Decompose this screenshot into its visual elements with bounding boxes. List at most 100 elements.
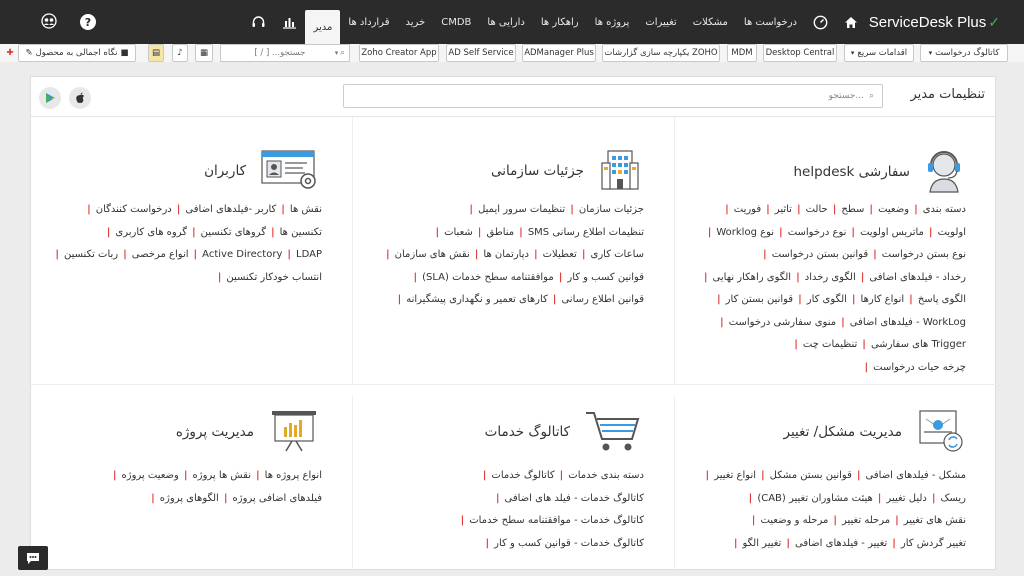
settings-link[interactable]: دلیل تغییر [886,493,926,504]
settings-link[interactable]: شعبات [444,227,473,238]
settings-link[interactable]: WorkLog - فیلدهای اضافی [850,317,966,328]
settings-link[interactable]: کاتالوگ خدمات - قوانین کسب و کار [494,538,644,549]
settings-link[interactable]: ماتریس اولویت [860,227,924,238]
home-icon[interactable] [836,0,866,44]
nav-changes[interactable]: تغییرات [637,0,684,44]
card-title[interactable]: جزئیات سازمانی [491,163,584,179]
settings-link[interactable]: ربات تکنسین [64,249,118,260]
settings-link[interactable]: نوع Worklog [716,227,774,238]
settings-link[interactable]: تکنسین ها [280,227,322,238]
settings-link[interactable]: دپارتمان ها [483,249,529,260]
settings-link[interactable]: وضعیت پروژه [122,470,179,481]
admanager-plus-button[interactable]: ADManager Plus [522,44,596,62]
users-shortcut-icon[interactable] [40,12,58,32]
settings-link[interactable]: ساعات کاری [591,249,645,260]
settings-link[interactable]: Trigger های سفارشی [871,339,966,350]
settings-link[interactable]: رخداد - فیلدهای اضافی [869,272,966,283]
settings-link[interactable]: کاتالوگ خدمات - فیلد های اضافی [505,493,645,504]
settings-link[interactable]: انواع کارها [861,294,905,305]
chat-icon[interactable] [18,546,48,570]
card-title[interactable]: کاربران [204,163,246,179]
settings-link[interactable]: کارهای تعمیر و نگهداری پیشگیرانه [406,294,548,305]
settings-link[interactable]: نقش ها پروژه [193,470,251,481]
nav-assets[interactable]: دارایی ها [479,0,532,44]
admin-settings-search[interactable]: جستجو... ⌕ [343,84,883,108]
settings-link[interactable]: فیلدهای اضافی پروژه [233,493,323,504]
nav-requests[interactable]: درخواست ها [736,0,805,44]
settings-link[interactable]: هیئت مشاوران تغییر (CAB) [757,493,872,504]
settings-link[interactable]: قوانین اطلاع رسانی [561,294,644,305]
settings-link[interactable]: چرخه حیات درخواست [873,362,966,373]
settings-link[interactable]: تاثیر [775,204,792,215]
reports-chart-icon[interactable] [274,0,305,44]
settings-link[interactable]: دسته بندی [923,204,966,215]
settings-link[interactable]: دسته بندی خدمات [568,470,644,481]
support-headset-icon[interactable] [243,0,274,44]
settings-link[interactable]: گروهای تکنسین [201,227,266,238]
settings-link[interactable]: نوع بستن درخواست [882,249,966,260]
settings-link[interactable]: حالت [806,204,828,215]
brand-logo[interactable]: ServiceDesk Plus ✓ [869,0,1000,44]
settings-link[interactable]: انتساب خودکار تکنسین [226,272,322,283]
notes-icon[interactable]: ▤ [148,44,164,62]
nav-contracts[interactable]: قرارداد ها [340,0,397,44]
settings-link[interactable]: تنظیمات چت [803,339,857,350]
settings-link[interactable]: نقش های تغییر [904,515,966,526]
zoho-reports-integration-button[interactable]: یکپارچه سازی گزارشات ZOHO [602,44,720,62]
settings-link[interactable]: گروه های کاربری [115,227,187,238]
settings-link[interactable]: الگوی پاسخ [918,294,966,305]
settings-link[interactable]: الگوی راهکار نهایی [713,272,792,283]
settings-link[interactable]: فوریت [734,204,761,215]
settings-link[interactable]: سطح [841,204,864,215]
settings-link[interactable]: کاتالوگ خدمات [491,470,554,481]
settings-link[interactable]: مرحله و وضعیت [760,515,828,526]
notification-bell-icon[interactable]: ♪ [172,44,188,62]
settings-link[interactable]: کاتالوگ خدمات - موافقتنامه سطح خدمات [469,515,644,526]
calendar-icon[interactable]: ▦ [195,44,213,62]
pin-icon[interactable]: ✚ [4,44,16,62]
nav-problems[interactable]: مشکلات [685,0,736,44]
settings-link[interactable]: الگوی کار [807,294,847,305]
card-title[interactable]: helpdesk سفارشی [793,164,910,180]
card-title[interactable]: کاتالوگ خدمات [485,424,570,440]
search-icon[interactable]: ⌕ [340,48,345,58]
settings-link[interactable]: تغییر گردش کار [901,538,966,549]
settings-link[interactable]: قوانین بستن درخواست [772,249,868,260]
quick-actions-dropdown[interactable]: ▾ اقدامات سریع [844,44,914,62]
settings-link[interactable]: موافقتنامه سطح خدمات (SLA) [422,272,554,283]
search-scope-chevron-icon[interactable]: ▾ [335,49,339,57]
settings-link[interactable]: تنظیمات سرور ایمیل [478,204,565,215]
settings-link[interactable]: انواع پروژه ها [265,470,322,481]
help-icon[interactable]: ? [80,14,96,30]
settings-link[interactable]: ریسک [941,493,966,504]
settings-link[interactable]: درخواست کنندگان [96,204,172,215]
google-play-icon[interactable] [39,87,61,109]
settings-link[interactable]: تنظیمات اطلاع رسانی SMS [528,227,644,238]
settings-link[interactable]: قوانین کسب و کار [567,272,644,283]
settings-link[interactable]: تعطیلات [543,249,577,260]
settings-link[interactable]: انواع تغییر [714,470,756,481]
settings-link[interactable]: Active Directory [202,249,282,260]
settings-link[interactable]: جزئیات سازمان [579,204,644,215]
request-catalog-dropdown[interactable]: ▾ کاتالوگ درخواست [920,44,1008,62]
settings-link[interactable]: قوانین بستن مشکل [770,470,852,481]
settings-link[interactable]: انواع مرخصی [132,249,189,260]
settings-link[interactable]: الگوی رخداد [805,272,856,283]
settings-link[interactable]: نقش ها [290,204,322,215]
settings-link[interactable]: تغییر الگو [742,538,781,549]
card-title[interactable]: مدیریت پروژه [176,424,254,440]
nav-purchase[interactable]: خرید [397,0,433,44]
settings-link[interactable]: کاربر -فیلدهای اضافی [185,204,276,215]
toolbar-search[interactable]: ▾ جستجو... [ / ] ⌕ [220,44,350,62]
nav-solutions[interactable]: راهکار ها [533,0,587,44]
settings-link[interactable]: مناطق [486,227,514,238]
card-title[interactable]: مدیریت مشکل/ تغییر [784,424,903,440]
settings-link[interactable]: مرحله تغییر [842,515,890,526]
nav-cmdb[interactable]: CMDB [433,0,479,44]
settings-link[interactable]: نقش های سازمان [395,249,470,260]
settings-link[interactable]: LDAP [296,249,322,260]
zoho-creator-app-button[interactable]: Zoho Creator App [359,44,439,62]
nav-admin[interactable]: مدیر [305,10,341,44]
product-overview-button[interactable]: ✎ نگاه اجمالی به محصول ■ [18,44,136,62]
settings-link[interactable]: وضعیت [878,204,909,215]
